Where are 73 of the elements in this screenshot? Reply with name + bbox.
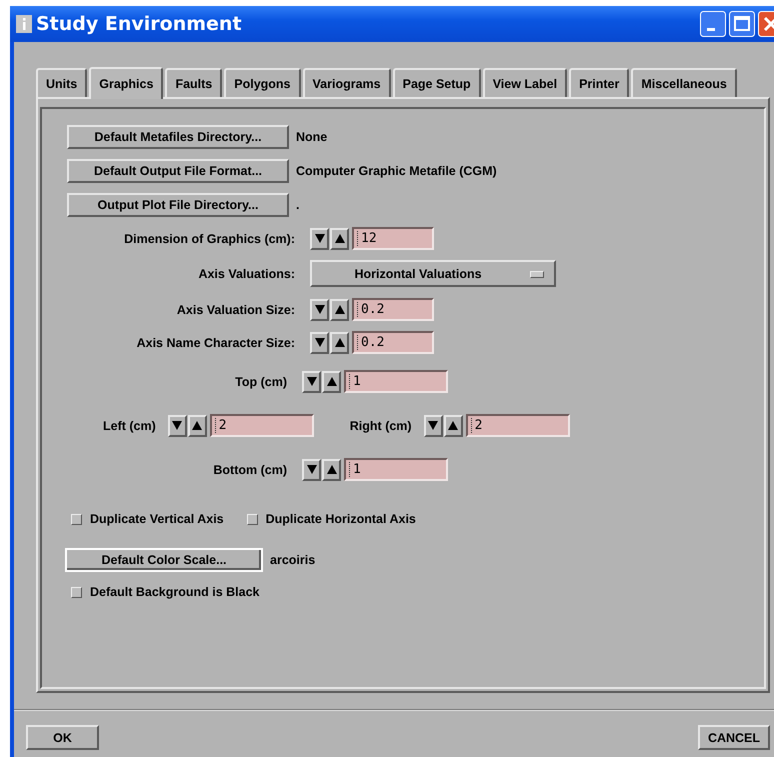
increment-button[interactable]: [330, 332, 349, 354]
setting-label: Axis Valuation Size:: [176, 302, 295, 316]
tab[interactable]: Page Setup: [392, 68, 481, 97]
increment-button[interactable]: [322, 458, 341, 480]
setting-label: Axis Valuations:: [197, 266, 295, 280]
setting-value: arcoiris: [270, 553, 316, 567]
tab[interactable]: Faults: [165, 68, 222, 97]
number-field[interactable]: 2: [210, 414, 314, 437]
margin-label: Bottom (cm): [212, 462, 287, 476]
tab[interactable]: Units: [36, 68, 88, 97]
increment-button[interactable]: [322, 370, 341, 392]
up-triangle-icon: [192, 421, 202, 430]
tab[interactable]: Printer: [569, 68, 630, 97]
decrement-button[interactable]: [424, 414, 443, 436]
dropdown[interactable]: Horizontal Valuations: [310, 260, 556, 287]
up-triangle-icon: [334, 234, 344, 243]
directory-button[interactable]: Default Output File Format...: [67, 159, 289, 183]
number-field[interactable]: 1: [344, 458, 448, 481]
checkbox-label: Default Background is Black: [90, 585, 260, 599]
up-triangle-icon: [334, 305, 344, 314]
decrement-button[interactable]: [168, 414, 187, 436]
increment-button[interactable]: [330, 228, 349, 250]
setting-label: Axis Name Character Size:: [136, 336, 295, 350]
decrement-button[interactable]: [310, 332, 329, 354]
setting-value: Computer Graphic Metafile (CGM): [296, 164, 497, 178]
number-field[interactable]: 0.2: [352, 298, 434, 321]
tab[interactable]: Miscellaneous: [631, 68, 737, 97]
info-icon: [16, 15, 32, 33]
margin-label: Right (cm): [350, 418, 412, 432]
checkbox-label: Duplicate Vertical Axis: [90, 512, 224, 526]
down-triangle-icon: [314, 338, 324, 347]
decrement-button[interactable]: [310, 228, 329, 250]
decrement-button[interactable]: [310, 298, 329, 320]
decrement-button[interactable]: [302, 370, 321, 392]
increment-button[interactable]: [444, 414, 463, 436]
margin-label: Top (cm): [234, 374, 287, 388]
checkbox[interactable]: [71, 514, 82, 524]
tab[interactable]: Polygons: [224, 68, 301, 97]
directory-button[interactable]: Default Metafiles Directory...: [67, 125, 289, 149]
tab[interactable]: View Label: [482, 68, 568, 97]
dialog-button[interactable]: OK: [26, 725, 99, 750]
number-field[interactable]: 0.2: [352, 331, 434, 354]
dialog-button[interactable]: CANCEL: [698, 725, 770, 750]
down-triangle-icon: [314, 234, 324, 243]
down-triangle-icon: [306, 465, 316, 474]
decrement-button[interactable]: [302, 458, 321, 480]
number-field[interactable]: 12: [352, 227, 434, 250]
increment-button[interactable]: [188, 414, 207, 436]
checkbox[interactable]: [246, 514, 258, 524]
setting-label: Dimension of Graphics (cm):: [123, 232, 295, 246]
minimize-button[interactable]: [700, 11, 726, 37]
increment-button[interactable]: [330, 298, 349, 320]
margin-label: Left (cm): [103, 418, 156, 432]
number-field[interactable]: 1: [344, 370, 448, 393]
down-triangle-icon: [306, 377, 316, 386]
down-triangle-icon: [428, 421, 438, 430]
up-triangle-icon: [448, 421, 458, 430]
down-triangle-icon: [314, 305, 324, 314]
setting-value: .: [296, 198, 300, 212]
checkbox[interactable]: [71, 586, 82, 598]
window-title: Study Environment: [36, 13, 242, 35]
directory-button[interactable]: Output Plot File Directory...: [67, 193, 289, 217]
down-triangle-icon: [172, 421, 182, 430]
setting-value: None: [296, 130, 328, 144]
tab[interactable]: Graphics: [89, 67, 164, 99]
color-scale-button[interactable]: Default Color Scale...: [65, 548, 263, 572]
up-triangle-icon: [326, 377, 336, 386]
up-triangle-icon: [334, 338, 344, 347]
maximize-button[interactable]: [729, 11, 755, 37]
up-triangle-icon: [326, 465, 336, 474]
number-field[interactable]: 2: [466, 414, 570, 437]
checkbox-label: Duplicate Horizontal Axis: [266, 512, 416, 526]
tab[interactable]: Variograms: [302, 68, 391, 97]
